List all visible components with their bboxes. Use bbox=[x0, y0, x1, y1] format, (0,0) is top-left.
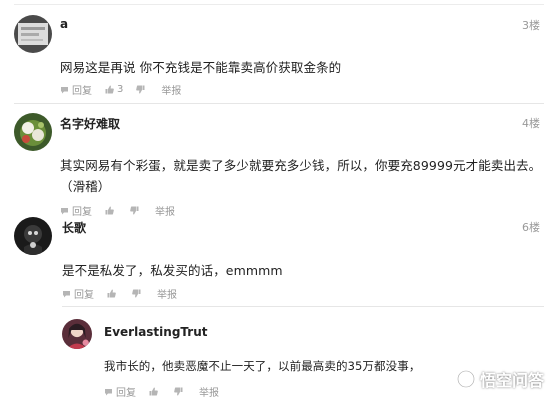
avatar-image bbox=[62, 319, 92, 349]
report-label: 举报 bbox=[157, 290, 177, 301]
dislike-button[interactable] bbox=[132, 289, 144, 298]
reply-label: 回复 bbox=[116, 388, 136, 399]
thumbs-down-icon bbox=[132, 289, 141, 298]
avatar-image bbox=[14, 15, 52, 53]
avatar-image bbox=[14, 113, 52, 151]
wukong-logo-icon bbox=[456, 370, 475, 388]
avatar-image bbox=[14, 217, 52, 255]
dislike-button[interactable] bbox=[174, 387, 186, 396]
like-button[interactable]: 3 bbox=[105, 84, 123, 95]
avatar[interactable] bbox=[14, 113, 52, 151]
floor-number: 4楼 bbox=[522, 117, 540, 130]
report-label: 举报 bbox=[155, 207, 175, 218]
thumbs-up-icon bbox=[105, 85, 114, 94]
avatar[interactable] bbox=[14, 217, 52, 255]
thumbs-up-icon bbox=[107, 289, 116, 298]
reply-button[interactable]: 回复 bbox=[60, 82, 92, 97]
report-button[interactable]: 举报 bbox=[157, 286, 177, 301]
top-divider bbox=[14, 4, 544, 5]
watermark: 悟空问答 bbox=[456, 367, 544, 391]
thumbs-down-icon bbox=[136, 85, 145, 94]
comment-author[interactable]: 长歌 bbox=[62, 219, 86, 236]
avatar[interactable] bbox=[14, 15, 52, 53]
comment-text-line-2: （滑稽） bbox=[60, 179, 111, 194]
comment-text-line-1: 其实网易有个彩蛋，就是卖了多少就要充多少钱，所以，你要充89999元才能卖出去。 bbox=[60, 158, 542, 173]
reply-button[interactable]: 回复 bbox=[104, 384, 136, 399]
reply-button[interactable]: 回复 bbox=[62, 286, 94, 301]
report-button[interactable]: 举报 bbox=[155, 203, 175, 218]
floor-number: 6楼 bbox=[522, 221, 540, 234]
comment-text: 是不是私发了，私发买的话，emmmm bbox=[62, 263, 283, 278]
reply-label: 回复 bbox=[72, 86, 92, 97]
reply-label: 回复 bbox=[74, 290, 94, 301]
watermark-text: 悟空问答 bbox=[479, 371, 544, 390]
comment-author[interactable]: a bbox=[60, 17, 68, 31]
report-button[interactable]: 举报 bbox=[199, 384, 219, 399]
comment-text: 网易这是再说 你不充钱是不能靠卖高价获取金条的 bbox=[60, 60, 342, 75]
speech-bubble-icon bbox=[61, 86, 68, 93]
comment-actions: 回复 3 举报 bbox=[60, 82, 194, 97]
report-label: 举报 bbox=[161, 86, 182, 97]
avatar[interactable] bbox=[62, 319, 92, 349]
like-button[interactable] bbox=[107, 289, 119, 298]
speech-bubble-icon bbox=[105, 388, 112, 395]
thumbs-down-icon bbox=[174, 387, 183, 396]
comment-actions: 回复 举报 bbox=[62, 286, 190, 301]
reply-text: 我市长的，他卖恶魔不止一天了，以前最高卖的35万都没事， bbox=[104, 359, 421, 373]
comment-divider bbox=[14, 103, 544, 104]
floor-number: 3楼 bbox=[522, 19, 540, 32]
reply-author[interactable]: EverlastingTrut bbox=[104, 325, 207, 339]
dislike-button[interactable] bbox=[136, 85, 148, 94]
comment-actions: 回复 举报 bbox=[60, 203, 188, 218]
report-button[interactable]: 举报 bbox=[161, 82, 181, 97]
report-label: 举报 bbox=[199, 388, 219, 399]
like-count: 3 bbox=[117, 84, 124, 95]
reply-divider bbox=[62, 306, 544, 307]
reply-label: 回复 bbox=[72, 207, 92, 218]
comment-author[interactable]: 名字好难取 bbox=[60, 115, 120, 132]
reply-button[interactable]: 回复 bbox=[60, 203, 92, 218]
like-button[interactable] bbox=[149, 387, 161, 396]
thumbs-up-icon bbox=[149, 387, 158, 396]
reply-actions: 回复 举报 bbox=[104, 384, 232, 399]
speech-bubble-icon bbox=[63, 290, 70, 297]
